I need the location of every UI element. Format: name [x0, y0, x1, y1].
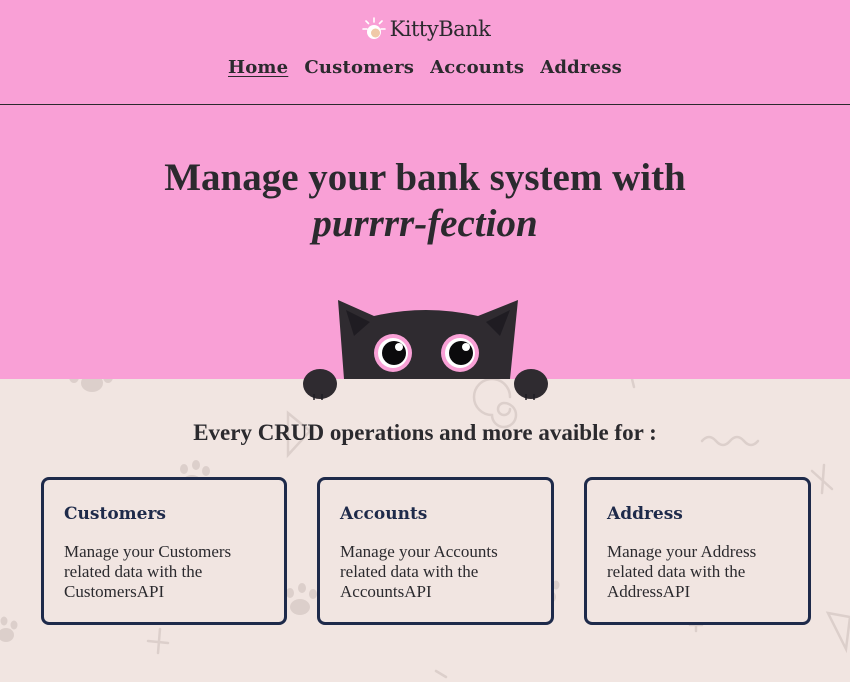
- main-nav: Home Customers Accounts Address: [0, 57, 850, 78]
- feature-card-customers[interactable]: Customers Manage your Customers related …: [41, 477, 287, 625]
- cat-paw-left: [303, 369, 337, 400]
- nav-address-link[interactable]: Address: [540, 57, 622, 78]
- card-title: Customers: [64, 504, 166, 524]
- nav-customers-link[interactable]: Customers: [304, 57, 414, 78]
- feature-card-address[interactable]: Address Manage your Address related data…: [584, 477, 811, 625]
- cat-eye-right: [441, 334, 479, 372]
- nav-home-link[interactable]: Home: [228, 57, 288, 78]
- nav-accounts-link[interactable]: Accounts: [430, 57, 524, 78]
- peeking-cat-illustration: [303, 300, 548, 400]
- card-description: Manage your Address related data with th…: [607, 542, 757, 601]
- brand-logo[interactable]: KittyBank: [0, 15, 850, 43]
- card-title: Address: [607, 504, 683, 524]
- triangle-doodle: [825, 611, 850, 654]
- cross-doodle: [810, 463, 834, 495]
- hero-title-main: Manage your bank system with: [164, 156, 686, 199]
- card-title: Accounts: [340, 504, 428, 524]
- paw-print-icon: [0, 616, 18, 642]
- hero-title-accent: purrrr-fection: [312, 202, 538, 245]
- site-header: KittyBank Home Customers Accounts Addres…: [0, 0, 850, 105]
- paw-sun-logo-icon: [361, 17, 386, 39]
- cross-doodle: [146, 627, 170, 655]
- cross-doodle: [434, 669, 448, 679]
- hero-title: Manage your bank system with purrrr-fect…: [0, 155, 850, 247]
- card-description: Manage your Accounts related data with t…: [340, 542, 498, 601]
- feature-card-accounts[interactable]: Accounts Manage your Accounts related da…: [317, 477, 554, 625]
- features-heading: Every CRUD operations and more avaible f…: [193, 420, 657, 445]
- card-description: Manage your Customers related data with …: [64, 542, 232, 601]
- brand-name: KittyBank: [389, 17, 491, 41]
- cat-eye-left: [374, 334, 412, 372]
- cross-doodle: [630, 379, 636, 389]
- paw-print-icon: [286, 583, 317, 615]
- paw-print-icon: [69, 379, 113, 392]
- cat-paw-right: [514, 369, 548, 400]
